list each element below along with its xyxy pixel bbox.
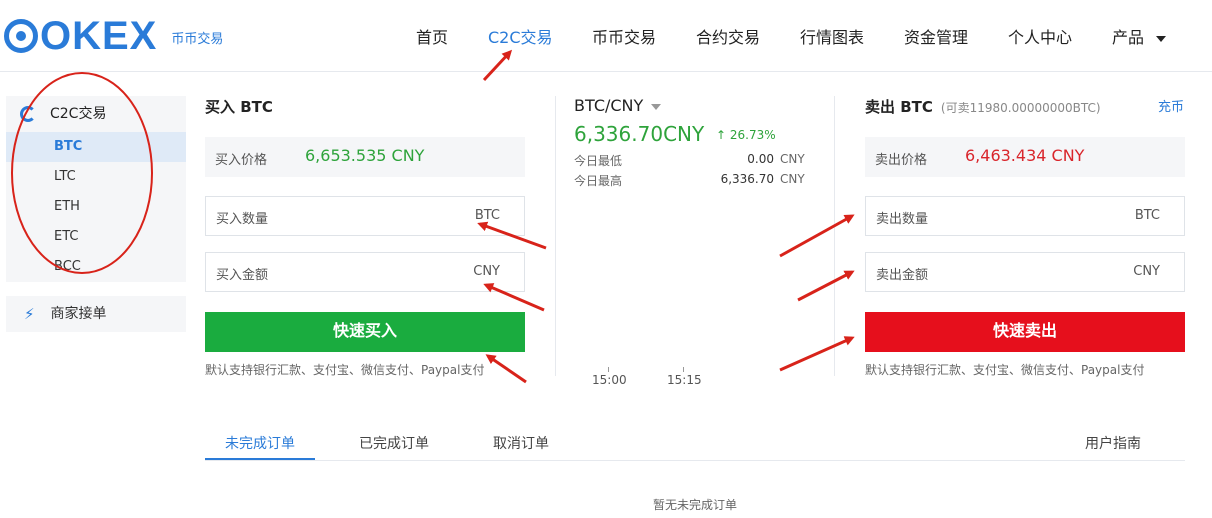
nav-coin-trade[interactable]: 币币交易 [592, 24, 656, 48]
sell-total-field[interactable]: 卖出金额 CNY [865, 252, 1185, 292]
sell-price-label: 卖出价格 [875, 153, 928, 168]
user-guide-link[interactable]: 用户指南 [1085, 433, 1141, 453]
pair-selector[interactable]: BTC/CNY [574, 96, 662, 115]
sidebar-item-btc[interactable]: BTC [6, 132, 186, 162]
annotation-arrow [485, 354, 527, 384]
tab-open-orders[interactable]: 未完成订单 [225, 433, 295, 453]
sell-title-text: 卖出 BTC [865, 98, 933, 116]
divider-left [555, 96, 556, 376]
sidebar-section-label: C2C交易 [50, 106, 107, 122]
divider-right [834, 96, 835, 376]
buy-price-label: 买入价格 [215, 153, 268, 168]
x-tick-label: 15:00 [592, 373, 627, 387]
sell-total-unit: CNY [1133, 264, 1160, 279]
buy-total-field[interactable]: 买入金额 CNY [205, 252, 525, 292]
low-value: 0.00 [747, 152, 774, 166]
sidebar: C2C交易 BTC LTC ETH ETC BCC ⚡ 商家接单 [6, 96, 186, 332]
buy-amount-label: 买入数量 [216, 212, 269, 227]
high-value: 6,336.70 [720, 172, 774, 186]
sidebar-section-c2c[interactable]: C2C交易 [6, 96, 186, 132]
x-tick-label: 15:15 [667, 373, 702, 387]
sell-amount-label: 卖出数量 [876, 212, 929, 227]
x-tick-mark [683, 367, 684, 372]
sell-payment-note: 默认支持银行汇款、支付宝、微信支付、Paypal支付 [865, 363, 1145, 377]
tab-completed-orders[interactable]: 已完成订单 [359, 433, 429, 453]
c2c-icon [20, 106, 36, 122]
annotation-arrow [779, 214, 855, 258]
price-change: ↑ 26.73% [716, 128, 776, 142]
tab-divider [205, 460, 1185, 461]
pair-label: BTC/CNY [574, 96, 644, 115]
logo-subtitle: 币币交易 [171, 31, 224, 47]
buy-amount-field[interactable]: 买入数量 BTC [205, 196, 525, 236]
lightning-icon: ⚡ [24, 305, 35, 323]
sell-title: 卖出 BTC (可卖11980.00000000BTC) [865, 96, 1101, 117]
sidebar-item-etc[interactable]: ETC [6, 222, 186, 252]
nav-products-label: 产品 [1112, 28, 1145, 47]
low-label: 今日最低 [574, 154, 623, 168]
sidebar-item-ltc[interactable]: LTC [6, 162, 186, 192]
nav-charts[interactable]: 行情图表 [800, 24, 864, 48]
nav-products[interactable]: 产品 [1112, 24, 1167, 48]
nav-c2c[interactable]: C2C交易 [488, 24, 553, 48]
sell-price-box: 卖出价格 6,463.434 CNY [865, 137, 1185, 177]
low-stat: 0.00 CNY [700, 152, 806, 166]
sidebar-merchant-label: 商家接单 [50, 306, 107, 322]
nav-futures[interactable]: 合约交易 [696, 24, 760, 48]
high-label: 今日最高 [574, 174, 623, 188]
logo-ring-icon [4, 19, 38, 53]
high-unit: CNY [780, 172, 805, 186]
chevron-down-icon [1156, 35, 1167, 42]
high-stat: 6,336.70 CNY [700, 172, 806, 186]
buy-title: 买入 BTC [205, 98, 273, 116]
last-price: 6,336.70CNY [574, 122, 705, 146]
sell-amount-unit: BTC [1134, 208, 1160, 223]
sidebar-item-merchant[interactable]: ⚡ 商家接单 [6, 296, 186, 332]
tab-cancelled-orders[interactable]: 取消订单 [493, 433, 549, 453]
low-unit: CNY [780, 152, 805, 166]
okex-logo[interactable]: OKEX 币币交易 [4, 16, 223, 56]
sidebar-item-eth[interactable]: ETH [6, 192, 186, 222]
buy-total-unit: CNY [473, 264, 500, 279]
sell-available: (可卖11980.00000000BTC) [940, 101, 1101, 115]
top-header: OKEX 币币交易 首页 C2C交易 币币交易 合约交易 行情图表 资金管理 个… [0, 0, 1212, 72]
empty-orders-message: 暂无未完成订单 [652, 498, 737, 512]
quick-sell-button[interactable]: 快速卖出 [865, 312, 1185, 352]
sell-amount-field[interactable]: 卖出数量 BTC [865, 196, 1185, 236]
sell-price-value: 6,463.434 CNY [965, 146, 1085, 165]
sidebar-item-bcc[interactable]: BCC [6, 252, 186, 282]
annotation-arrow [797, 270, 855, 302]
nav-home[interactable]: 首页 [416, 24, 448, 48]
logo-text: OKEX [40, 14, 158, 58]
buy-amount-unit: BTC [474, 208, 500, 223]
buy-price-box: 买入价格 6,653.535 CNY [205, 137, 525, 177]
quick-buy-button[interactable]: 快速买入 [205, 312, 525, 352]
chevron-down-icon [651, 103, 662, 110]
x-tick-mark [608, 367, 609, 372]
nav-funds[interactable]: 资金管理 [904, 24, 968, 48]
sell-total-label: 卖出金额 [876, 268, 929, 283]
buy-total-label: 买入金额 [216, 268, 269, 283]
nav-profile[interactable]: 个人中心 [1008, 24, 1072, 48]
buy-payment-note: 默认支持银行汇款、支付宝、微信支付、Paypal支付 [205, 363, 485, 377]
recharge-link[interactable]: 充币 [1158, 96, 1184, 115]
buy-price-value: 6,653.535 CNY [305, 146, 425, 165]
annotation-arrow [779, 336, 855, 372]
